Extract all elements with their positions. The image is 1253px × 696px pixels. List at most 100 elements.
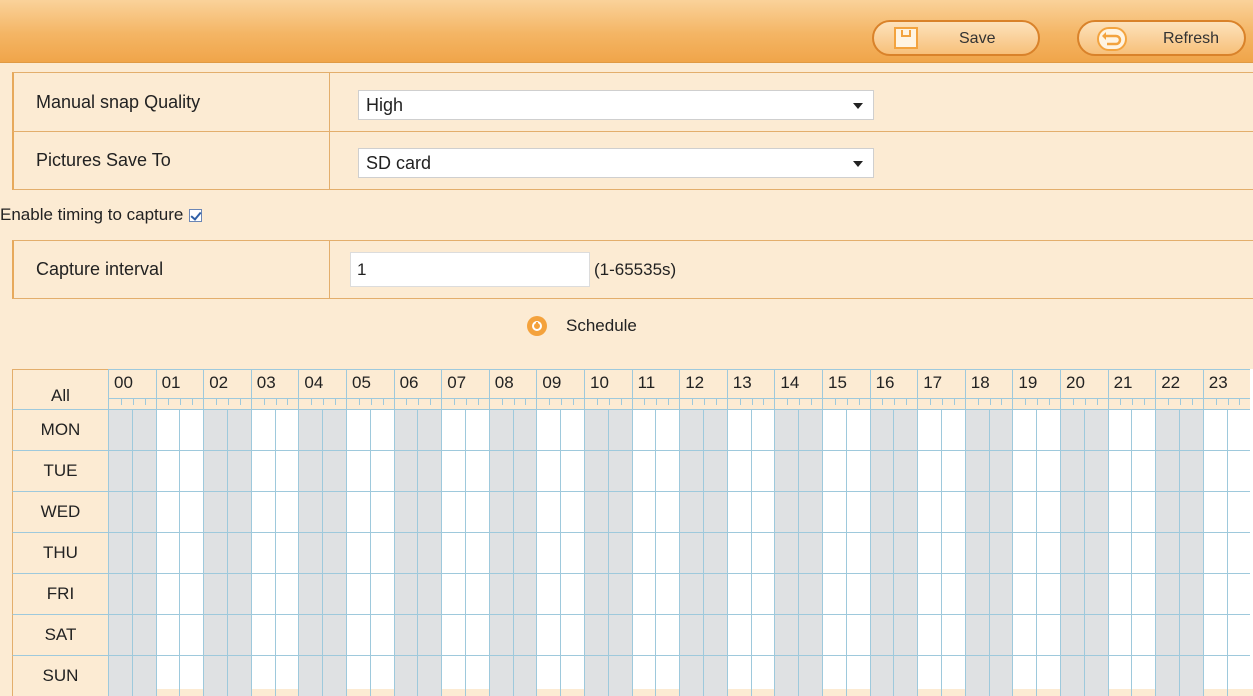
schedule-slot[interactable] [179, 532, 204, 573]
schedule-slot[interactable] [655, 409, 680, 450]
schedule-slot[interactable] [227, 532, 251, 573]
schedule-slot[interactable] [155, 573, 180, 614]
schedule-slot[interactable] [179, 655, 204, 696]
schedule-slot[interactable] [893, 614, 918, 655]
schedule-slot[interactable] [869, 491, 894, 532]
schedule-slot[interactable] [417, 409, 442, 450]
schedule-slot[interactable] [1060, 573, 1084, 614]
schedule-slot[interactable] [1012, 532, 1037, 573]
schedule-slot[interactable] [227, 409, 251, 450]
schedule-slot[interactable] [1083, 532, 1108, 573]
schedule-slot[interactable] [155, 532, 180, 573]
schedule-slot[interactable] [346, 532, 370, 573]
schedule-slot[interactable] [822, 450, 846, 491]
schedule-slot[interactable] [322, 655, 346, 696]
schedule-slot[interactable] [322, 491, 346, 532]
schedule-slot[interactable] [250, 491, 275, 532]
schedule-slot[interactable] [703, 491, 727, 532]
schedule-slot[interactable] [1012, 409, 1037, 450]
schedule-slot[interactable] [512, 409, 537, 450]
schedule-slot[interactable] [703, 614, 727, 655]
schedule-slot[interactable] [584, 614, 608, 655]
schedule-slot[interactable] [512, 450, 537, 491]
hour-header-18[interactable]: 18 [964, 369, 1013, 409]
snap-quality-select[interactable]: High [358, 90, 874, 120]
schedule-slot[interactable] [465, 573, 489, 614]
schedule-slot[interactable] [1131, 532, 1156, 573]
schedule-slot[interactable] [346, 491, 370, 532]
hour-header-20[interactable]: 20 [1060, 369, 1108, 409]
schedule-slot[interactable] [822, 409, 846, 450]
schedule-slot[interactable] [203, 573, 227, 614]
hour-header-05[interactable]: 05 [346, 369, 394, 409]
schedule-slot[interactable] [798, 450, 822, 491]
schedule-slot[interactable] [988, 532, 1013, 573]
schedule-slot[interactable] [1179, 409, 1203, 450]
schedule-slot[interactable] [203, 409, 227, 450]
schedule-slot[interactable] [845, 409, 870, 450]
schedule-slot[interactable] [417, 491, 442, 532]
schedule-slot[interactable] [893, 532, 918, 573]
refresh-button[interactable]: Refresh [1077, 20, 1246, 56]
schedule-slot[interactable] [917, 409, 941, 450]
schedule-slot[interactable] [536, 491, 561, 532]
hour-header-19[interactable]: 19 [1012, 369, 1060, 409]
schedule-slot[interactable] [108, 573, 132, 614]
schedule-slot[interactable] [964, 573, 989, 614]
schedule-slot[interactable] [988, 450, 1013, 491]
schedule-slot[interactable] [488, 409, 513, 450]
schedule-slot[interactable] [346, 450, 370, 491]
schedule-slot[interactable] [393, 450, 418, 491]
schedule-slot[interactable] [798, 614, 822, 655]
schedule-slot[interactable] [322, 614, 346, 655]
schedule-slot[interactable] [512, 655, 537, 696]
schedule-slot[interactable] [1155, 614, 1179, 655]
schedule-slot[interactable] [917, 450, 941, 491]
schedule-slot[interactable] [536, 532, 561, 573]
schedule-slot[interactable] [179, 573, 204, 614]
schedule-slot[interactable] [607, 614, 632, 655]
schedule-slot[interactable] [203, 532, 227, 573]
schedule-slot[interactable] [703, 450, 727, 491]
schedule-slot[interactable] [750, 614, 775, 655]
schedule-slot[interactable] [369, 532, 394, 573]
schedule-slot[interactable] [750, 491, 775, 532]
schedule-slot[interactable] [274, 532, 299, 573]
schedule-slot[interactable] [988, 491, 1013, 532]
schedule-slot[interactable] [1083, 491, 1108, 532]
schedule-slot[interactable] [1179, 532, 1203, 573]
schedule-slot[interactable] [845, 614, 870, 655]
schedule-slot[interactable] [346, 614, 370, 655]
schedule-slot[interactable] [1155, 491, 1179, 532]
schedule-slot[interactable] [1060, 409, 1084, 450]
schedule-slot[interactable] [536, 409, 561, 450]
schedule-slot[interactable] [1155, 532, 1179, 573]
schedule-slot[interactable] [726, 409, 751, 450]
schedule-slot[interactable] [298, 614, 323, 655]
schedule-slot[interactable] [679, 573, 703, 614]
schedule-slot[interactable] [512, 614, 537, 655]
schedule-slot[interactable] [655, 573, 680, 614]
schedule-slot[interactable] [155, 450, 180, 491]
schedule-slot[interactable] [703, 655, 727, 696]
schedule-slot[interactable] [131, 450, 156, 491]
schedule-slot[interactable] [417, 450, 442, 491]
hour-header-04[interactable]: 04 [298, 369, 346, 409]
schedule-slot[interactable] [798, 409, 822, 450]
schedule-slot[interactable] [964, 450, 989, 491]
schedule-slot[interactable] [441, 450, 465, 491]
schedule-slot[interactable] [941, 409, 965, 450]
schedule-slot[interactable] [607, 573, 632, 614]
schedule-slot[interactable] [560, 450, 584, 491]
hour-header-21[interactable]: 21 [1107, 369, 1156, 409]
schedule-slot[interactable] [560, 409, 584, 450]
schedule-slot[interactable] [1107, 409, 1132, 450]
schedule-slot[interactable] [1202, 532, 1227, 573]
schedule-slot[interactable] [369, 573, 394, 614]
hour-header-16[interactable]: 16 [869, 369, 918, 409]
schedule-slot[interactable] [155, 491, 180, 532]
schedule-slot[interactable] [726, 655, 751, 696]
schedule-slot[interactable] [798, 655, 822, 696]
day-label-wed[interactable]: WED [12, 491, 108, 532]
hour-header-06[interactable]: 06 [393, 369, 442, 409]
